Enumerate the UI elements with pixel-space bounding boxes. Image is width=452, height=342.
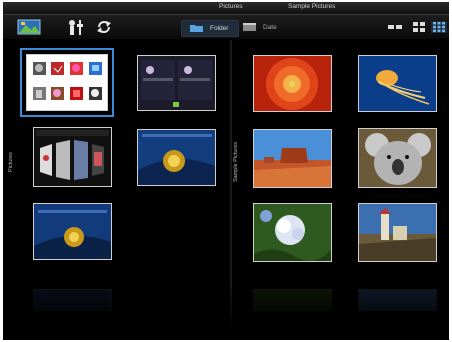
lighthouse-image: [359, 204, 436, 261]
tab-date[interactable]: Date: [235, 20, 287, 35]
thumbnail-jellyfish[interactable]: [358, 55, 437, 112]
thumbnail-truemedia-movie[interactable]: [33, 203, 112, 260]
truemedia-movie-graphic: [34, 204, 111, 259]
title-bar: Pictures Sample Pictures: [3, 2, 449, 15]
tab-folder-label: Folder: [210, 25, 229, 32]
thumbnail-truemedia-center[interactable]: [33, 127, 112, 187]
tab-date-label: Date: [263, 24, 277, 31]
thumbnail-chrysanthemum[interactable]: [253, 55, 332, 112]
desert-image: [254, 130, 331, 187]
thumbnail-koala[interactable]: [358, 128, 437, 188]
reflection-fade: [3, 280, 449, 340]
tab-folder[interactable]: Folder: [181, 20, 239, 37]
hydrangeas-image: [254, 204, 331, 261]
thumbnail-lighthouse[interactable]: [358, 203, 437, 262]
truemedia-theatre-graphic: [138, 130, 215, 185]
pictures-title: Pictures: [219, 3, 243, 10]
thumbnail-truemedia-theatre[interactable]: [137, 129, 216, 186]
calendar-icon: [243, 23, 256, 31]
jellyfish-image: [359, 56, 436, 111]
koala-image: [359, 129, 436, 187]
media-screen-graphic: [141, 60, 212, 107]
toolbar: Folder Date: [3, 15, 449, 39]
list-view-icon[interactable]: [387, 21, 403, 33]
thumbnail-desert[interactable]: [253, 129, 332, 188]
medium-grid-icon[interactable]: [411, 21, 427, 33]
sample-pictures-title: Sample Pictures: [288, 3, 336, 10]
settings-icon[interactable]: [65, 18, 87, 36]
truemedia-center-graphic: [36, 130, 109, 180]
small-grid-icon[interactable]: [431, 21, 447, 33]
photo-app-icon[interactable]: [17, 18, 43, 36]
sample-pictures-panel-label: Sample Pictures: [233, 141, 239, 182]
thumbnail-media-screen[interactable]: [137, 55, 216, 111]
folder-icon: [190, 25, 203, 32]
refresh-icon[interactable]: [93, 18, 115, 36]
thumbnail-hydrangeas[interactable]: [253, 203, 332, 262]
folder-thumbnail-graphic: [33, 62, 102, 100]
thumbnail-folder-icons[interactable]: [20, 48, 114, 117]
chrysanthemum-image: [254, 56, 331, 111]
app-window: Pictures Sample Pictures Folder Date Pic…: [3, 2, 449, 340]
pictures-panel-label: Pictures: [8, 152, 14, 172]
